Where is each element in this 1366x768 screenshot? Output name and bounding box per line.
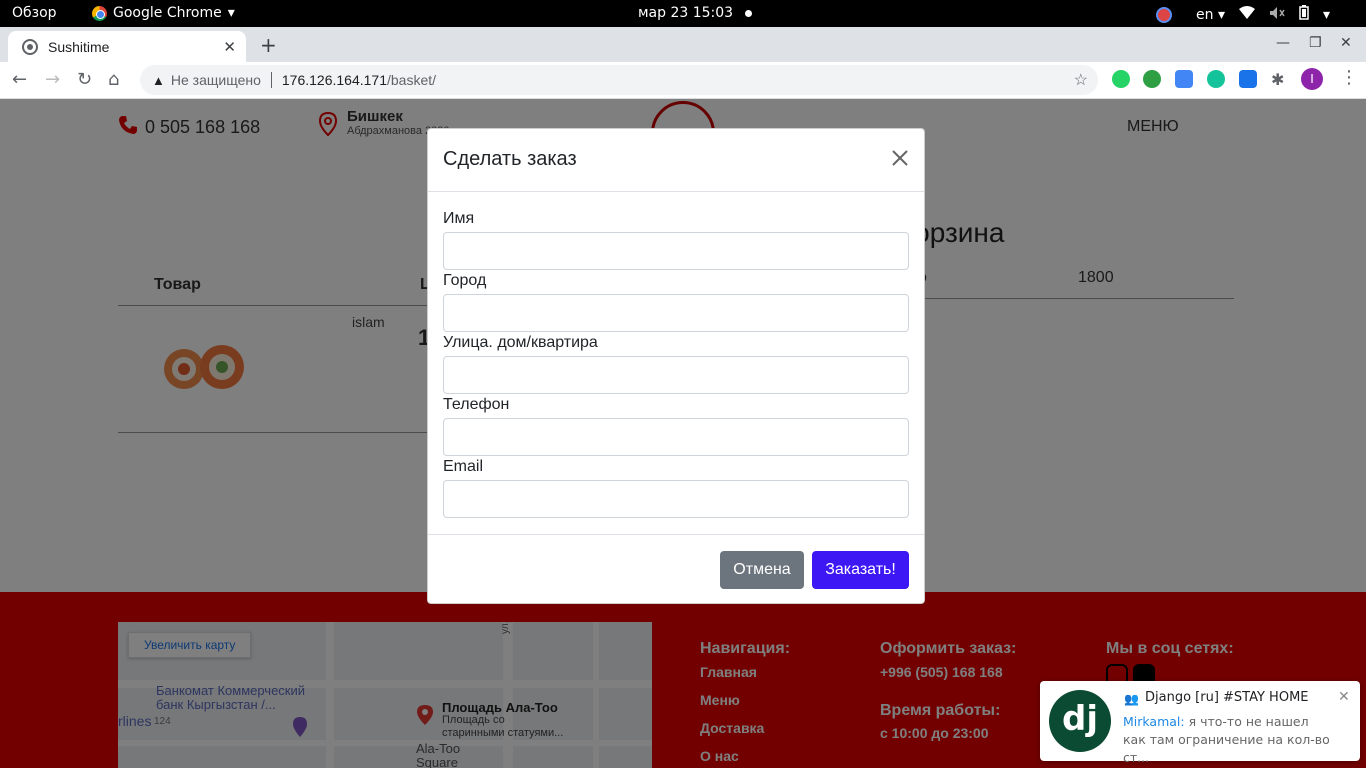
city-input[interactable] <box>443 294 909 332</box>
omnibox-divider <box>270 72 272 88</box>
keyboard-layout[interactable]: en ▾ <box>1196 7 1225 23</box>
street-input[interactable] <box>443 356 909 394</box>
address-bar[interactable]: ▲ Не защищено 176.126.164.171/basket/ ☆ <box>140 65 1098 95</box>
submit-order-button[interactable]: Заказать! <box>812 551 909 589</box>
app-menu[interactable]: Google Chrome ▾ <box>92 5 235 21</box>
tab-title: Sushitime <box>48 38 110 55</box>
modal-footer: Отмена Заказать! <box>428 534 924 604</box>
keyboard-layout-text: en <box>1196 6 1214 23</box>
cancel-button[interactable]: Отмена <box>720 551 804 589</box>
close-notification-icon[interactable]: ✕ <box>1338 689 1350 705</box>
screen-extension-icon[interactable] <box>1239 70 1257 88</box>
bookmark-star-icon[interactable]: ☆ <box>1074 70 1088 90</box>
group-chat-icon: 👥 <box>1124 692 1139 706</box>
clock-text: мар 23 15:03 <box>638 5 734 21</box>
phone-input[interactable] <box>443 418 909 456</box>
chrome-icon <box>92 5 107 21</box>
extensions-puzzle-icon[interactable]: ✱ <box>1271 70 1289 89</box>
tab-sushitime[interactable]: Sushitime ✕ <box>8 31 246 62</box>
reload-button[interactable]: ↻ <box>77 69 92 90</box>
whatsapp-extension-icon[interactable] <box>1112 70 1130 88</box>
close-tab-icon[interactable]: ✕ <box>223 38 236 56</box>
order-modal: Сделать заказ Имя Город Улица. дом/кварт… <box>427 128 925 604</box>
battery-icon[interactable] <box>1299 5 1309 24</box>
app-name: Google Chrome <box>113 5 222 21</box>
close-icon[interactable] <box>890 148 910 168</box>
restore-icon[interactable]: ❐ <box>1309 35 1322 51</box>
tab-strip: Sushitime ✕ + — ❐ ✕ <box>0 27 1366 62</box>
back-button[interactable]: ← <box>12 69 27 90</box>
clock[interactable]: мар 23 15:03 <box>638 5 753 21</box>
translate-extension-icon[interactable] <box>1175 70 1193 88</box>
modal-header: Сделать заказ <box>428 129 924 192</box>
activities-button[interactable]: Обзор <box>12 5 57 21</box>
warning-icon[interactable]: ▲ <box>152 73 165 88</box>
django-avatar: dj <box>1049 690 1111 752</box>
url-host[interactable]: 176.126.164.171 <box>282 72 387 88</box>
volume-icon[interactable] <box>1269 6 1285 24</box>
wifi-icon[interactable] <box>1238 6 1255 23</box>
security-label[interactable]: Не защищено <box>171 72 261 88</box>
email-input[interactable] <box>443 480 909 518</box>
email-label: Email <box>443 458 484 475</box>
notification-title: Django [ru] #STAY HOME <box>1145 690 1309 705</box>
globe-icon <box>22 38 38 55</box>
street-label: Улица. дом/квартира <box>443 334 598 351</box>
home-button[interactable]: ⌂ <box>108 69 119 90</box>
system-top-bar: Обзор Google Chrome ▾ мар 23 15:03 en ▾ … <box>0 0 1366 27</box>
page-viewport: 0 505 168 168 Бишкек Абдрахманова 2020 М… <box>0 99 1366 768</box>
phone-label: Телефон <box>443 396 510 413</box>
modal-title: Сделать заказ <box>443 148 577 170</box>
notification-dot <box>745 9 753 17</box>
profile-avatar[interactable]: I <box>1301 68 1323 90</box>
telegram-notification[interactable]: dj 👥 Django [ru] #STAY HOME ✕ Mirkamal: … <box>1040 681 1360 765</box>
notification-sender: Mirkamal: <box>1123 714 1185 729</box>
power-menu-chevron-icon[interactable]: ▾ <box>1323 7 1330 23</box>
grammarly-extension-icon[interactable] <box>1207 70 1225 88</box>
close-window-icon[interactable]: ✕ <box>1340 35 1352 51</box>
record-indicator-icon[interactable] <box>1156 6 1172 23</box>
city-label: Город <box>443 272 487 289</box>
url-path[interactable]: /basket/ <box>387 72 436 88</box>
modal-body: Имя Город Улица. дом/квартира Телефон Em… <box>428 192 924 534</box>
name-label: Имя <box>443 210 475 227</box>
chevron-down-icon: ▾ <box>227 5 235 21</box>
utorrent-extension-icon[interactable] <box>1143 70 1161 88</box>
kebab-menu-icon[interactable]: ⋮ <box>1340 67 1358 88</box>
new-tab-button[interactable]: + <box>260 33 277 57</box>
name-input[interactable] <box>443 232 909 270</box>
system-tray: en ▾ ▾ <box>1156 5 1330 24</box>
forward-button[interactable]: → <box>45 69 60 90</box>
browser-toolbar: ← → ↻ ⌂ ▲ Не защищено 176.126.164.171/ba… <box>0 62 1366 99</box>
minimize-icon[interactable]: — <box>1276 35 1290 51</box>
notification-message: Mirkamal: я что-то не нашел как там огра… <box>1123 713 1333 767</box>
